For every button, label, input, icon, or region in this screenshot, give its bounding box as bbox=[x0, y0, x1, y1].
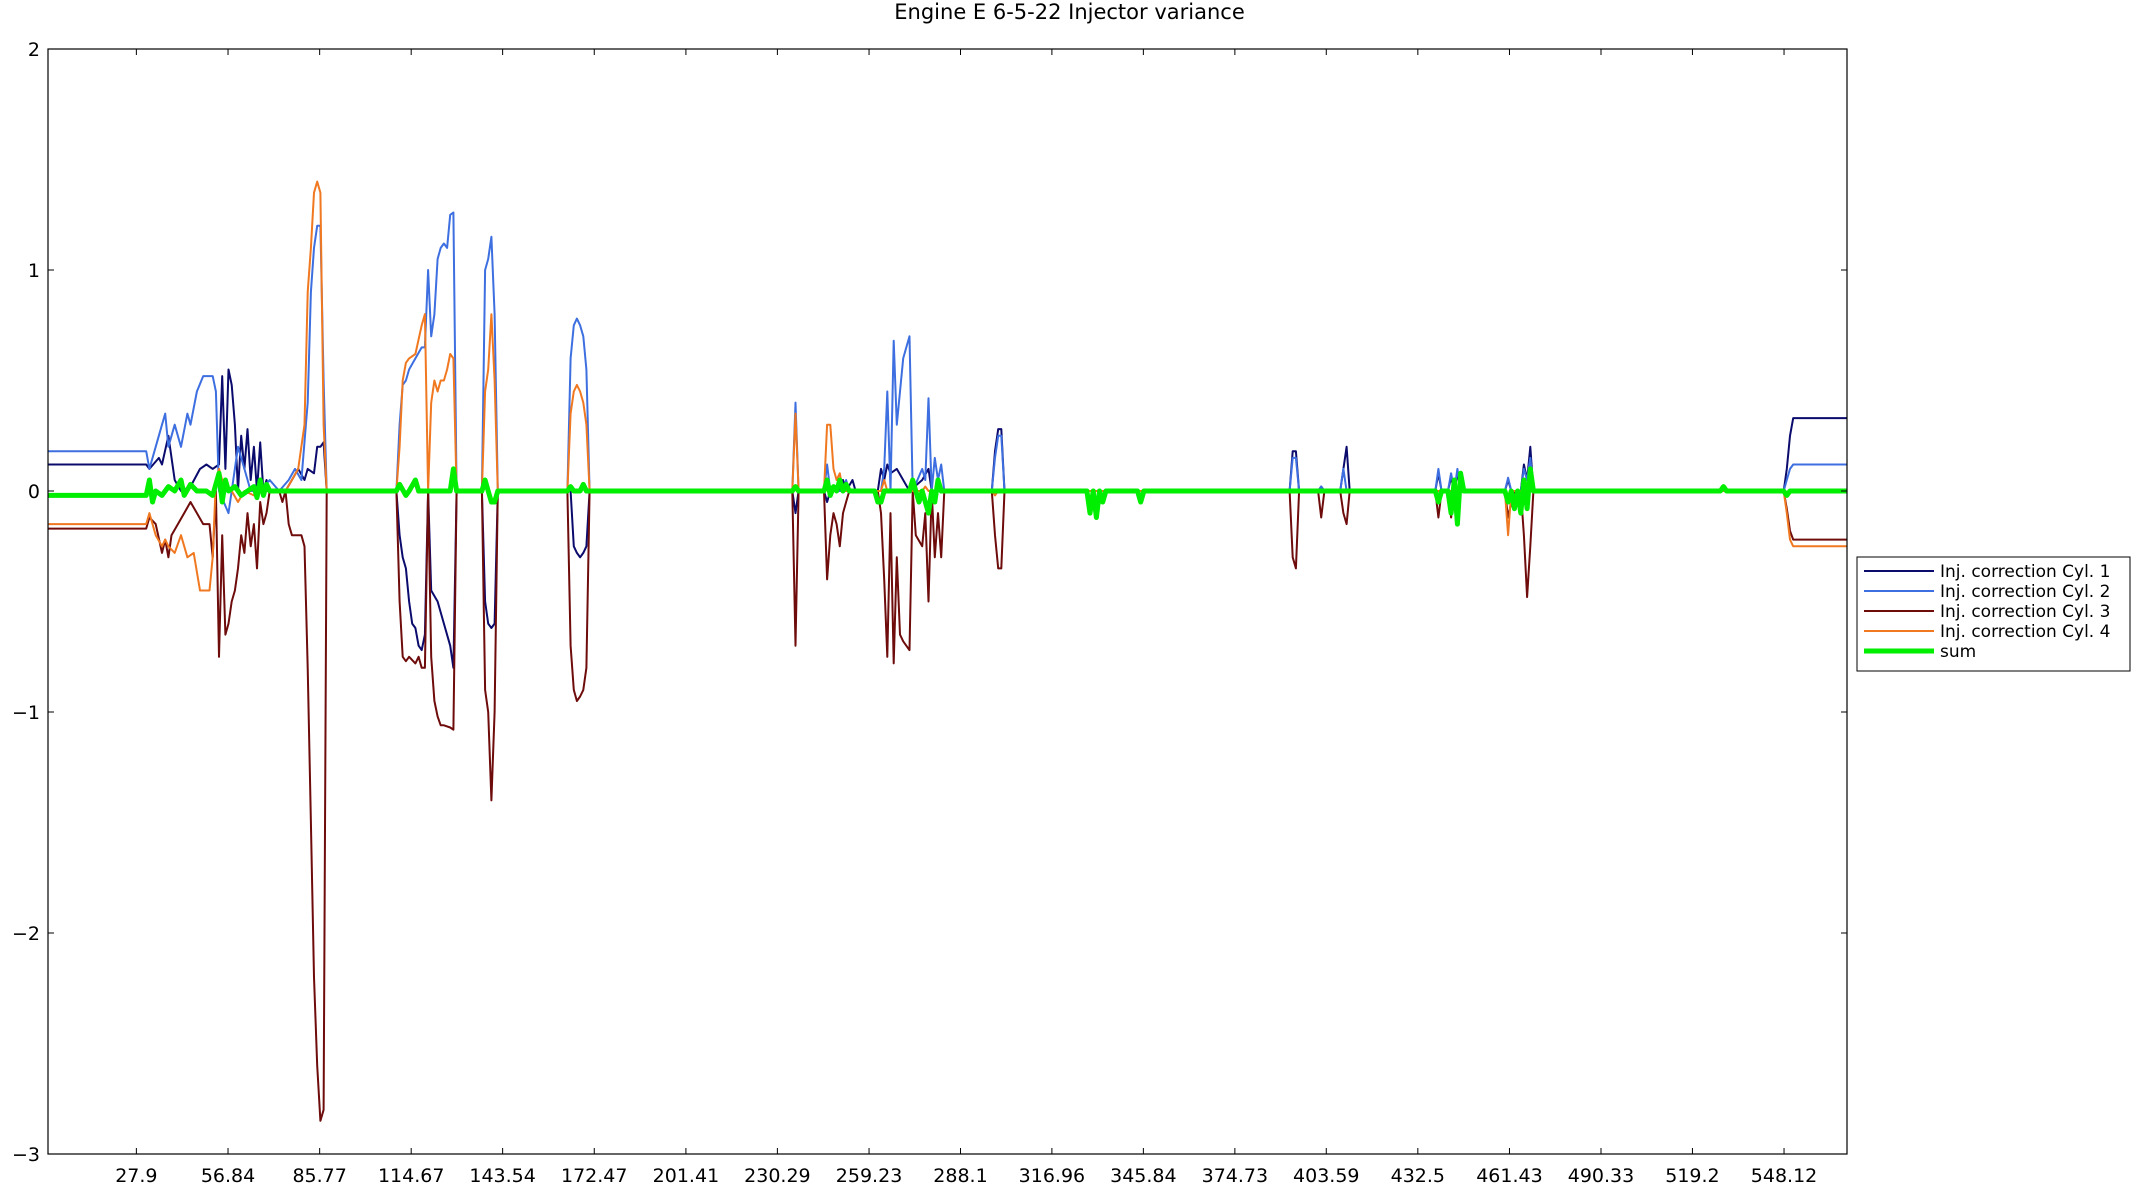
axis-layer: 2 1 0 −1 −2 −3 27.9 56.84 85.77 114.67 143.54 172.4… bbox=[12, 39, 1847, 1187]
x-tick-label: 548.12 bbox=[1751, 1165, 1817, 1187]
x-tick-label: 374.73 bbox=[1202, 1165, 1268, 1187]
y-tick-label: 1 bbox=[28, 260, 40, 282]
legend-label: sum bbox=[1940, 642, 1976, 662]
legend-label: Inj. correction Cyl. 2 bbox=[1940, 582, 2110, 602]
y-tick-label: 2 bbox=[28, 39, 40, 61]
x-tick-label: 172.47 bbox=[561, 1165, 627, 1187]
series-line-5 bbox=[48, 466, 1847, 527]
line-chart: 2 1 0 −1 −2 −3 27.9 56.84 85.77 114.67 143.54 172.4… bbox=[12, 39, 2131, 1187]
x-tick-label: 201.41 bbox=[653, 1165, 719, 1187]
x-tick-label: 230.29 bbox=[744, 1165, 810, 1187]
x-tick-label: 27.9 bbox=[115, 1165, 157, 1187]
series-line-4 bbox=[48, 180, 1847, 592]
x-tick-label: 403.59 bbox=[1293, 1165, 1359, 1187]
x-tick-label: 143.54 bbox=[469, 1165, 535, 1187]
legend-label: Inj. correction Cyl. 3 bbox=[1940, 602, 2110, 622]
series-line-2 bbox=[48, 211, 1847, 515]
x-tick-label: 519.2 bbox=[1665, 1165, 1719, 1187]
legend-label: Inj. correction Cyl. 1 bbox=[1940, 562, 2110, 582]
x-tick-label: 345.84 bbox=[1110, 1165, 1176, 1187]
x-tick-label: 432.5 bbox=[1391, 1165, 1445, 1187]
series-layer bbox=[48, 180, 1847, 1122]
legend[interactable]: Inj. correction Cyl. 1Inj. correction Cy… bbox=[1856, 556, 2131, 672]
x-tick-label: 461.43 bbox=[1476, 1165, 1542, 1187]
y-tick-label: −3 bbox=[12, 1144, 40, 1166]
x-tick-label: 316.96 bbox=[1019, 1165, 1085, 1187]
series-line-1 bbox=[48, 368, 1847, 669]
legend-label: Inj. correction Cyl. 4 bbox=[1940, 622, 2110, 642]
y-tick-label: 0 bbox=[28, 481, 40, 503]
x-tick-label: 114.67 bbox=[378, 1165, 444, 1187]
series-line-3 bbox=[48, 490, 1847, 1122]
x-tick-label: 259.23 bbox=[836, 1165, 902, 1187]
y-tick-label: −2 bbox=[12, 923, 40, 945]
x-tick-label: 288.1 bbox=[933, 1165, 987, 1187]
x-tick-label: 490.33 bbox=[1568, 1165, 1634, 1187]
x-tick-label: 85.77 bbox=[292, 1165, 346, 1187]
y-tick-label: −1 bbox=[12, 702, 40, 724]
plot-frame bbox=[47, 48, 1848, 1155]
x-tick-label: 56.84 bbox=[201, 1165, 255, 1187]
